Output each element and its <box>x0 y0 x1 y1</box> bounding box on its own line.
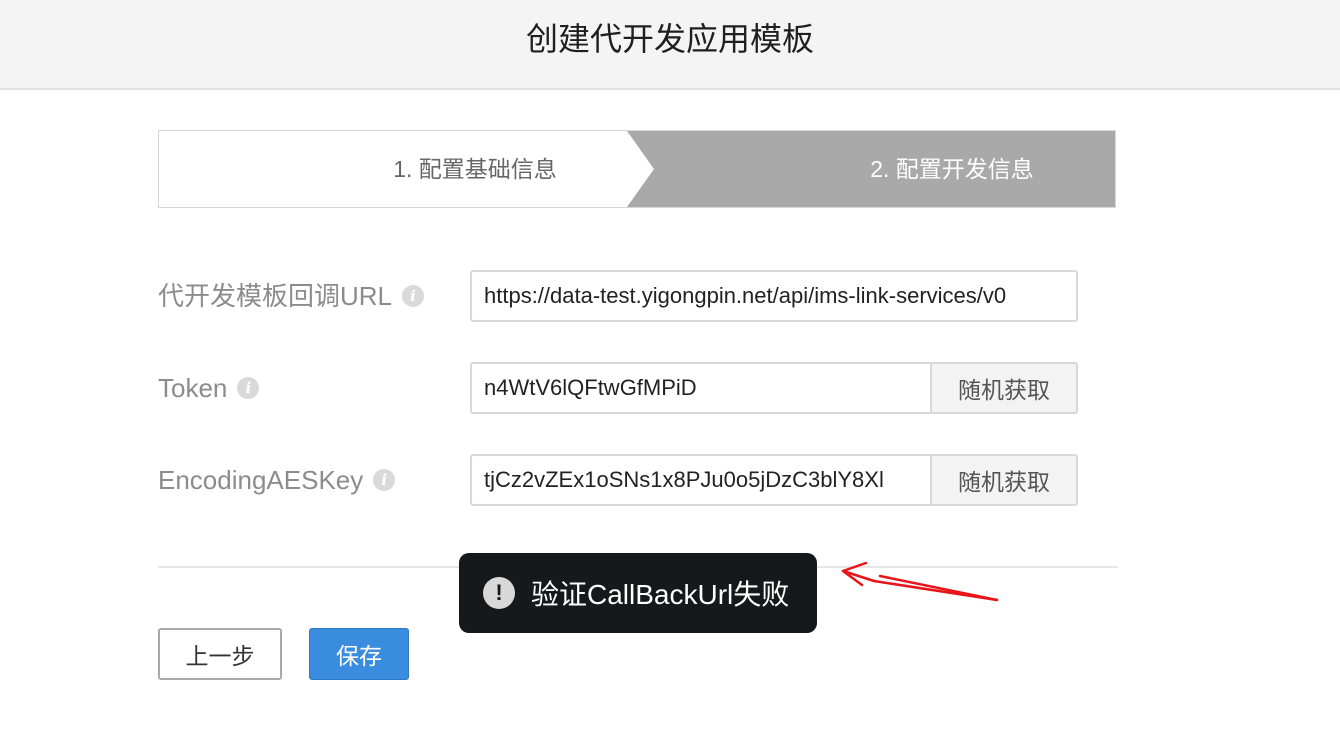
token-label-text: Token <box>158 373 228 403</box>
step-2-label: 2. 配置开发信息 <box>870 156 1034 182</box>
token-label: Token i <box>158 371 260 405</box>
page-title: 创建代开发应用模板 <box>525 21 814 57</box>
info-icon[interactable]: i <box>402 285 425 307</box>
save-button[interactable]: 保存 <box>309 628 409 680</box>
step-1-label: 1. 配置基础信息 <box>393 156 557 182</box>
info-icon[interactable]: i <box>237 377 260 399</box>
aes-key-label-text: EncodingAESKey <box>158 465 364 495</box>
previous-step-button[interactable]: 上一步 <box>158 628 282 680</box>
token-field: 随机获取 <box>470 362 1078 414</box>
callback-url-input[interactable] <box>472 272 1076 320</box>
page-header: 创建代开发应用模板 <box>0 0 1340 90</box>
aes-key-label: EncodingAESKey i <box>158 463 396 497</box>
aes-key-input[interactable] <box>472 456 930 504</box>
error-toast: ! 验证CallBackUrl失败 <box>459 553 817 633</box>
callback-url-field <box>470 270 1078 322</box>
callback-url-label: 代开发模板回调URL i <box>158 279 425 313</box>
token-input[interactable] <box>472 364 930 412</box>
aes-key-field: 随机获取 <box>470 454 1078 506</box>
aes-key-random-button[interactable]: 随机获取 <box>930 456 1076 504</box>
step-indicator: 1. 配置基础信息 2. 配置开发信息 <box>158 130 1116 208</box>
exclamation-icon: ! <box>483 577 515 609</box>
token-random-button[interactable]: 随机获取 <box>930 364 1076 412</box>
callback-url-label-text: 代开发模板回调URL <box>158 281 393 311</box>
annotation-arrow-icon <box>841 561 999 602</box>
toast-message: 验证CallBackUrl失败 <box>531 579 790 610</box>
info-icon[interactable]: i <box>373 469 396 491</box>
